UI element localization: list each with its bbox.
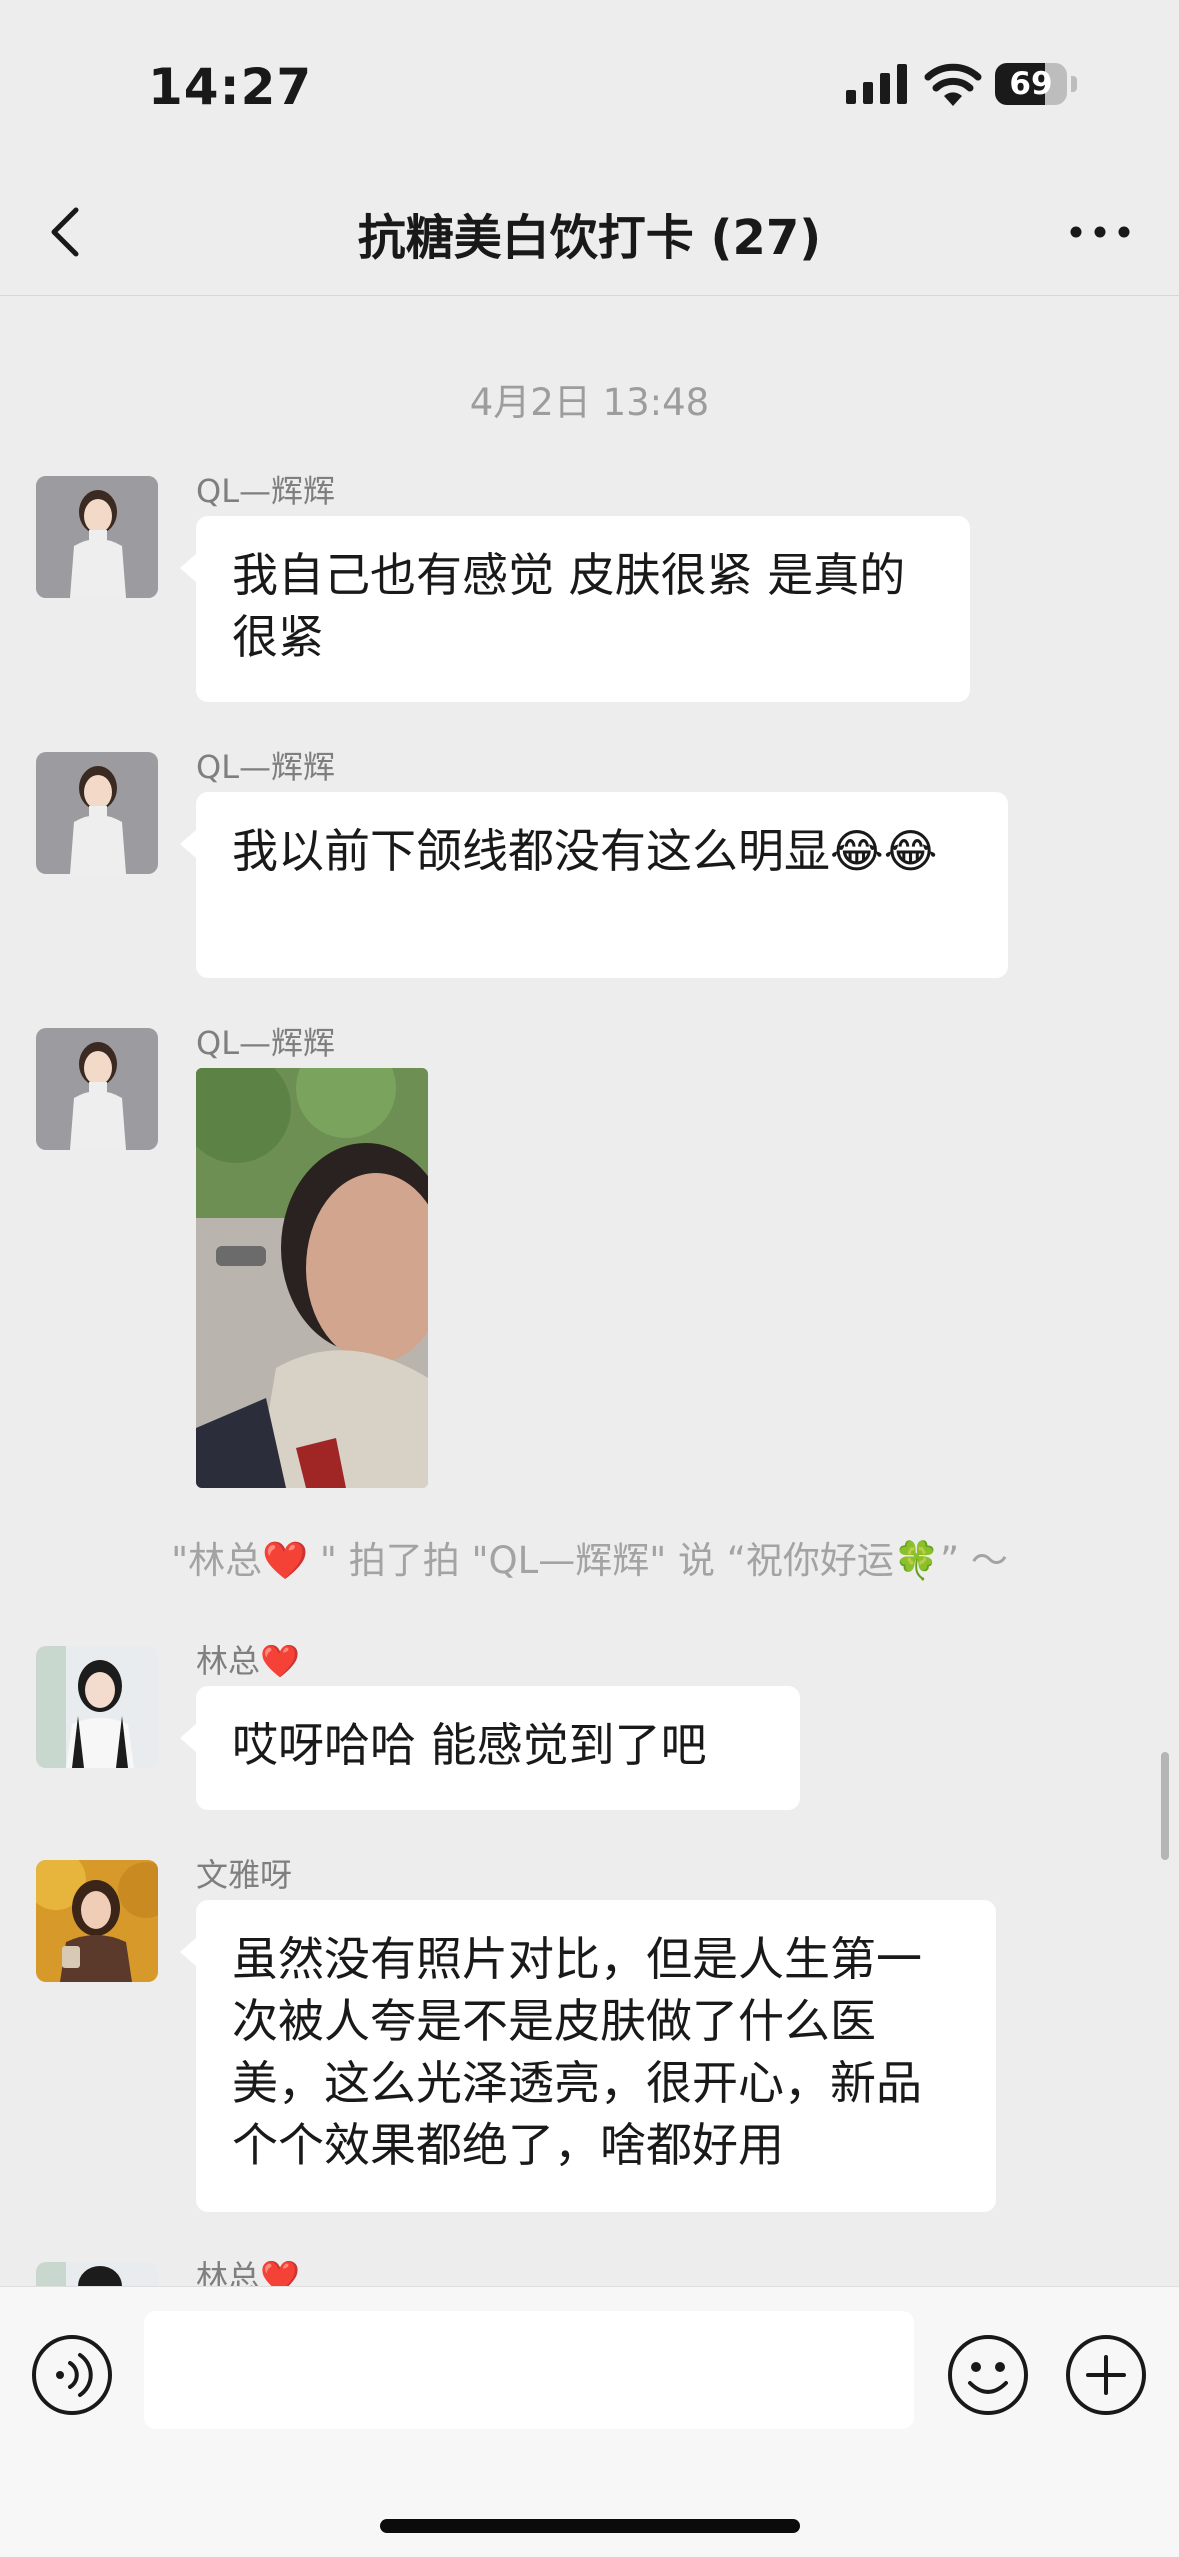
voice-icon[interactable] — [30, 2333, 114, 2417]
home-indicator[interactable] — [380, 2519, 800, 2533]
sender-name: 林总❤️ — [196, 2258, 300, 2286]
avatar[interactable] — [36, 2262, 158, 2286]
battery-level: 69 — [1009, 66, 1053, 102]
message-input[interactable] — [144, 2311, 914, 2429]
message-bubble[interactable]: 我以前下颌线都没有这么明显😂😂 — [180, 792, 1008, 978]
avatar[interactable] — [36, 1860, 158, 1982]
sender-name: QL—辉辉 — [196, 748, 336, 786]
input-bar — [0, 2286, 1179, 2557]
more-dots-icon[interactable] — [1060, 192, 1140, 272]
status-bar: 14:27 69 — [0, 0, 1179, 170]
sender-name: 文雅呀 — [196, 1856, 293, 1894]
sender-name: QL—辉辉 — [196, 1024, 336, 1062]
avatar[interactable] — [36, 476, 158, 598]
signal-icon — [846, 64, 907, 104]
photo-message[interactable] — [196, 1068, 428, 1488]
system-note: "林总❤️ " 拍了拍 "QL—辉辉" 说 “祝你好运🍀” ～ — [171, 1539, 1008, 1582]
plus-icon[interactable] — [1064, 2333, 1148, 2417]
avatar[interactable] — [36, 1646, 158, 1768]
message-bubble[interactable]: 虽然没有照片对比，但是人生第一次被人夸是不是皮肤做了什么医美，这么光泽透亮，很开… — [180, 1900, 996, 2212]
avatar[interactable] — [36, 752, 158, 874]
emoji-icon[interactable] — [946, 2333, 1030, 2417]
battery-icon: 69 — [995, 63, 1077, 105]
scroll-indicator[interactable] — [1161, 1752, 1169, 1860]
message-bubble[interactable]: 我自己也有感觉 皮肤很紧 是真的很紧 — [180, 516, 970, 702]
sender-name: 林总❤️ — [196, 1642, 300, 1680]
avatar[interactable] — [36, 1028, 158, 1150]
chat-title: 抗糖美白饮打卡 (27) — [357, 210, 822, 266]
wifi-icon — [924, 63, 982, 106]
nav-bar: 抗糖美白饮打卡 (27) — [0, 170, 1179, 296]
status-time: 14:27 — [148, 58, 313, 116]
sender-name: QL—辉辉 — [196, 472, 336, 510]
chat-timestamp: 4月2日 13:48 — [469, 381, 710, 424]
message-bubble[interactable]: 哎呀哈哈 能感觉到了吧 — [180, 1686, 800, 1810]
